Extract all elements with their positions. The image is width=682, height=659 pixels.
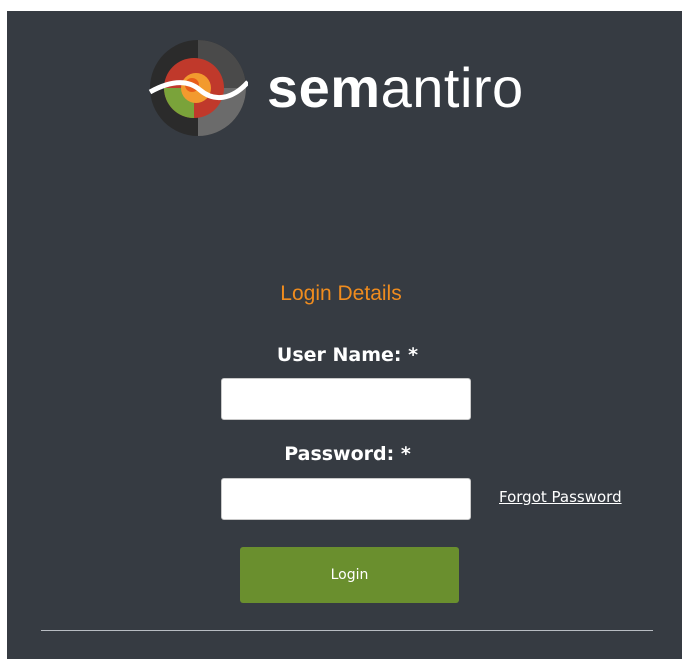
username-input[interactable] — [221, 378, 471, 420]
password-input[interactable] — [221, 478, 471, 520]
brand-name-bold: sem — [267, 56, 381, 119]
brand-name-light: antiro — [380, 56, 524, 119]
forgot-password-link[interactable]: Forgot Password — [499, 488, 622, 506]
login-button[interactable]: Login — [240, 547, 459, 603]
brand-wordmark: semantiro — [267, 48, 524, 128]
brand-logo: semantiro — [148, 38, 548, 138]
semantiro-logo-icon — [148, 40, 248, 136]
password-label: Password: * — [284, 443, 411, 465]
login-details-heading: Login Details — [280, 282, 402, 305]
footer-divider — [41, 630, 653, 631]
username-label: User Name: * — [276, 344, 419, 366]
